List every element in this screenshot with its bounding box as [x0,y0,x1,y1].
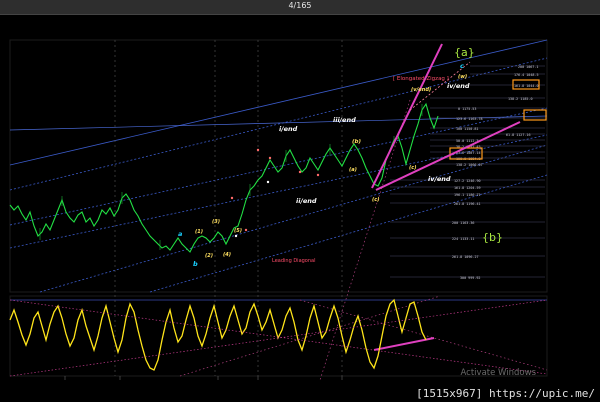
price-series [9,102,439,253]
fib-label: 61.8 1127.16 [506,133,531,137]
price-chart: 200 1067.1 176.4 1048.5 161.8 1044.0 138… [9,39,548,381]
elongated-zigzag-label: [ Elongated Zigzag ] [393,76,449,82]
fib-label: 161.8 1044.0 [514,84,539,88]
ii-end-label: ii/end [296,197,317,205]
fib-label: 176.4 1048.5 [514,73,539,77]
dimensions-text: [1515x967] [416,387,483,400]
wave-w-top: (w) [458,74,467,80]
fib-label: 224 1133.11 [452,237,474,241]
i-end-label: i/end [279,125,298,133]
wave-a-small: a [178,230,182,238]
fib-label: 138.2 1066.07 [456,163,483,167]
v-end-label: (v/end) [411,87,431,93]
wave-4: (4) [223,252,231,258]
fib-label: 0 1175.53 [458,107,476,111]
activate-windows-watermark: Activate Windows [460,368,536,378]
fib-label: 100 1150.81 [456,127,478,131]
leading-diagonal-label: Leading Diagonal [272,258,316,264]
site-url: https://upic.me/ [489,387,595,400]
price-bars [39,104,423,250]
iii-end-label: iii/end [333,116,356,124]
fib-label: 196.1 1186.71 [454,193,481,197]
fib-label: 161.8 1204.59 [454,186,481,190]
wave-3: (3) [212,219,220,225]
wave-2: (2) [205,253,213,259]
wave-b-small: b [193,260,198,268]
oscillator-series [9,298,427,371]
fib-label: 300 999.92 [460,276,480,280]
wave-b-paren: (b) [352,139,361,145]
magenta-trendlines [371,43,521,351]
iv-end-top: iv/end [447,82,470,90]
image-dimensions-label: [1515x967] https://upic.me/ [413,387,598,400]
fib-label: 123.6 1163.78 [456,117,483,121]
wave-c-top: c [460,62,464,70]
wave-1: (1) [195,229,203,235]
iv-end-mid: iv/end [428,175,451,183]
fib-label: 261.8 1196.41 [454,202,481,206]
big-a-label: {a} [454,46,475,59]
fib-label: 138.2 1185.0 [508,97,533,101]
x-axis-ticks [64,376,343,380]
image-counter: 4/165 [288,1,312,10]
fib-label: 127.2 1246.90 [454,179,481,183]
wave-5: (5) [234,228,242,234]
viewer-topbar: 4/165 [0,0,600,15]
fib-label: 200 1163.36 [452,221,474,225]
wave-a-paren: (a) [349,167,357,173]
wave-labels: {a} {b} [ Elongated Zigzag ] c (w) iv/en… [178,46,503,268]
fib-label: 261.8 1096.27 [452,255,479,259]
wave-c-paren-2: (c) [409,165,417,171]
fib-label: 23.6 1087.14 [456,151,481,155]
fib-label: 200 1067.1 [518,65,538,69]
wave-c-paren: (c) [372,197,380,203]
big-b-label: {b} [482,231,503,244]
